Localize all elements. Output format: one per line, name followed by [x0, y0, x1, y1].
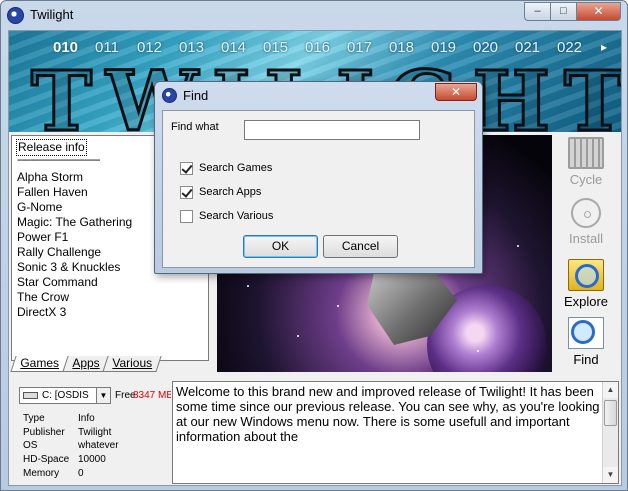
explore-label: Explore — [563, 294, 609, 309]
list-item[interactable]: Fallen Haven — [17, 185, 88, 200]
release-number-012[interactable]: 012 — [137, 39, 179, 56]
find-button[interactable]: Find — [556, 317, 616, 368]
chevron-down-icon[interactable]: ▼ — [96, 388, 110, 403]
release-number-020[interactable]: 020 — [473, 39, 515, 56]
list-item[interactable]: G-Nome — [17, 200, 62, 215]
folder-magnifier-icon — [568, 259, 604, 291]
twilight-app-icon[interactable] — [7, 7, 24, 24]
tab-various[interactable]: Various — [102, 356, 162, 372]
explore-button[interactable]: Explore — [556, 259, 616, 310]
drive-select[interactable]: C: [OSDIS ▼ — [19, 387, 111, 404]
find-dialog: Find ✕ Find what Search Games Search App… — [154, 81, 483, 274]
prop-value-memory: 0 — [78, 468, 84, 479]
hard-drive-icon — [23, 392, 38, 399]
search-apps-option[interactable]: Search Apps — [180, 185, 261, 199]
list-item[interactable]: The Crow — [17, 290, 69, 305]
prop-value-publisher: Twilight — [78, 427, 112, 438]
cycle-button[interactable]: Cycle — [556, 137, 616, 188]
list-item[interactable]: Alpha Storm — [17, 170, 83, 185]
release-number-015[interactable]: 015 — [263, 39, 305, 56]
search-games-option[interactable]: Search Games — [180, 161, 272, 175]
prop-value-os: whatever — [78, 440, 119, 451]
film-strip-icon — [568, 137, 604, 169]
list-item[interactable]: Rally Challenge — [17, 245, 101, 260]
search-various-checkbox[interactable] — [180, 209, 193, 223]
cancel-button[interactable]: Cancel — [323, 235, 398, 258]
cycle-label: Cycle — [569, 172, 603, 187]
release-number-022[interactable]: 022 — [557, 39, 599, 56]
release-number-010[interactable]: 010 — [53, 39, 95, 56]
description-box[interactable]: Welcome to this brand new and improved r… — [172, 381, 619, 484]
release-number-014[interactable]: 014 — [221, 39, 263, 56]
search-games-label: Search Games — [199, 162, 273, 174]
scroll-thumb[interactable] — [604, 400, 617, 426]
search-games-checkbox[interactable] — [180, 161, 193, 175]
search-various-label: Search Various — [199, 210, 274, 222]
release-number-018[interactable]: 018 — [389, 39, 431, 56]
find-dialog-title: Find — [183, 88, 209, 103]
list-item[interactable]: Sonic 3 & Knuckles — [17, 260, 120, 275]
title-bar[interactable]: Twilight – □ ✕ — [1, 1, 627, 29]
search-apps-label: Search Apps — [199, 186, 262, 198]
list-item[interactable]: Magic: The Gathering — [17, 215, 132, 230]
free-space-value: 8347 MB — [133, 390, 171, 401]
find-what-label: Find what — [171, 121, 219, 133]
document-magnifier-icon — [568, 317, 604, 349]
twilight-app-icon — [162, 88, 177, 103]
install-label: Install — [569, 231, 603, 246]
prop-key-os: OS — [23, 440, 38, 451]
list-item[interactable]: Power F1 — [17, 230, 68, 245]
drive-select-value: C: [OSDIS — [42, 390, 89, 401]
ok-button[interactable]: OK — [243, 235, 318, 258]
release-number-016[interactable]: 016 — [305, 39, 347, 56]
find-dialog-body: Find what Search Games Search Apps Searc… — [162, 110, 475, 268]
prop-value-hd-space: 10000 — [78, 454, 106, 465]
main-window: Twilight – □ ✕ TWILIGHT 0100110120130140… — [0, 0, 628, 491]
prop-key-publisher: Publisher — [23, 427, 65, 438]
find-what-input[interactable] — [244, 120, 420, 140]
artwork-star — [247, 285, 249, 287]
release-number-021[interactable]: 021 — [515, 39, 557, 56]
window-title: Twilight — [30, 7, 74, 22]
category-tabs: Games Apps Various — [10, 356, 162, 372]
scroll-up-icon[interactable]: ▲ — [603, 382, 618, 398]
artwork-star — [297, 335, 299, 337]
artwork-star — [337, 305, 339, 307]
artwork-star — [517, 245, 519, 247]
release-number-019[interactable]: 019 — [431, 39, 473, 56]
prop-value-type: Info — [78, 413, 95, 424]
tab-games[interactable]: Games — [10, 356, 69, 372]
find-dialog-close-button[interactable]: ✕ — [435, 83, 477, 101]
find-label: Find — [573, 352, 599, 367]
list-separator: ------------------------------- — [17, 154, 101, 166]
release-number-013[interactable]: 013 — [179, 39, 221, 56]
close-button[interactable]: ✕ — [577, 2, 621, 21]
search-apps-checkbox[interactable] — [180, 185, 193, 199]
caption-buttons: – □ ✕ — [524, 2, 621, 21]
list-item[interactable]: Star Command — [17, 275, 98, 290]
maximize-button[interactable]: □ — [551, 2, 577, 21]
prop-key-hd-space: HD-Space — [23, 454, 70, 465]
tab-apps[interactable]: Apps — [62, 356, 109, 372]
release-number-011[interactable]: 011 — [95, 39, 137, 56]
install-button[interactable]: Install — [556, 198, 616, 247]
scroll-down-icon[interactable]: ▼ — [603, 467, 618, 483]
release-number-017[interactable]: 017 — [347, 39, 389, 56]
disc-icon — [571, 198, 601, 228]
prop-key-memory: Memory — [23, 468, 60, 479]
description-text: Welcome to this brand new and improved r… — [176, 384, 600, 444]
prop-key-type: Type — [23, 413, 45, 424]
description-scrollbar[interactable]: ▲ ▼ — [602, 382, 618, 483]
list-item[interactable]: DirectX 3 — [17, 305, 66, 320]
search-various-option[interactable]: Search Various — [180, 209, 273, 223]
release-number-bar: 010 011 012 013 014 015 016 017 018 019 020 021 022 — [53, 39, 599, 56]
artwork-star — [477, 350, 479, 352]
next-releases-arrow-icon[interactable]: ▸ — [601, 40, 607, 54]
minimize-button[interactable]: – — [524, 2, 551, 21]
